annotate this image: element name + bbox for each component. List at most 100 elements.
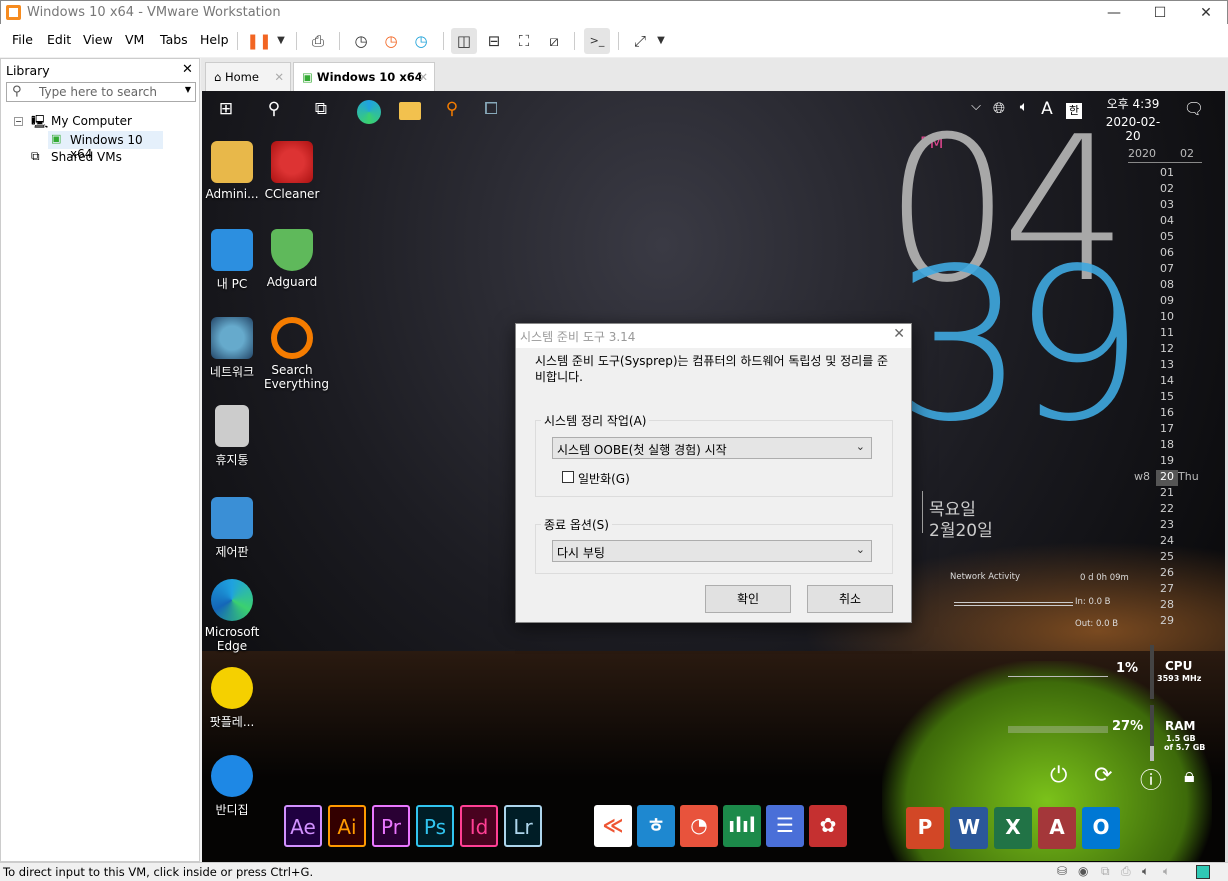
logoff-icon[interactable]: ⓘ [1140,763,1162,795]
unity-icon[interactable]: ⧄ [541,28,567,54]
close-button[interactable]: ✕ [1183,1,1228,25]
tab-home[interactable]: ⌂ Home ✕ [205,62,291,91]
collapse-icon[interactable]: − [14,117,23,126]
task-view-icon[interactable]: ⧉ [307,99,335,123]
adobe-lr-icon[interactable]: Lr [504,805,542,847]
desktop-icon-bandizip[interactable]: 반디집 [204,755,260,818]
potplayer-icon [211,667,253,709]
full-screen-icon[interactable]: ⛶ [511,28,537,54]
tab-windows-10[interactable]: ▣ Windows 10 x64 ✕ [293,62,435,91]
vm-console[interactable]: ⊞ ⚲ ⧉ ⚲ ⧠ ⌵ 🌐︎ 🔈︎ A 한 오후 4:39 2020-02-20… [202,91,1225,862]
send-ctrl-alt-del-icon[interactable]: ⎙ [305,28,331,54]
desktop-icon-edge[interactable]: Microsoft Edge [204,579,260,653]
hangul-icon[interactable]: ㅎ [637,805,675,847]
network-app-icon[interactable]: ⧠ [477,99,505,123]
everything-icon[interactable]: ⚲ [438,99,466,123]
adguard-icon [271,229,313,271]
start-icon[interactable]: ⊞ [212,99,240,123]
console-view-icon[interactable]: >_ [584,28,610,54]
tree-vm-item[interactable]: ▣ Windows 10 x64 [48,131,163,161]
shutdown-options-select[interactable]: 다시 부팅 ⌄ [552,540,872,562]
hancom-launcher-icon[interactable]: ≪ [594,805,632,847]
network-adapter-icon[interactable]: ⧉ [1101,864,1110,879]
menu-vm[interactable]: VM [125,32,144,47]
hard-disk-icon[interactable]: ⛁ [1057,864,1067,878]
shutdown-icon[interactable]: ⏻ [1050,763,1067,788]
generalize-checkbox[interactable] [562,471,574,483]
maximize-button[interactable]: ☐ [1137,1,1183,25]
audio-icon[interactable]: 🔈︎ [1163,864,1170,879]
library-close-button[interactable]: ✕ [182,62,193,77]
search-icon[interactable]: ⚲ [260,99,288,123]
adobe-ps-icon[interactable]: Ps [416,805,454,847]
desktop-icon-adguard[interactable]: Adguard [264,229,320,289]
home-icon: ⌂ [214,70,222,84]
restart-icon[interactable]: ⟳ [1094,763,1112,788]
notifications-icon[interactable]: 🗨︎ [1180,99,1208,123]
desktop-icon-this-pc[interactable]: 내 PC [204,229,260,292]
lock-icon[interactable]: 🔒︎ [1184,763,1195,787]
message-log-icon[interactable] [1196,865,1210,879]
desktop-icon-potplayer[interactable]: 팟플레... [204,667,260,730]
snapshot-manager-icon[interactable]: ◷ [408,28,434,54]
snapshot-revert-icon[interactable]: ◷ [378,28,404,54]
hanshow-icon[interactable]: ◔ [680,805,718,847]
library-search-input[interactable]: ⚲ Type here to search ▼ [6,82,196,102]
ram-label: RAM [1165,719,1196,733]
file-explorer-icon[interactable] [399,102,421,120]
menu-file[interactable]: File [12,32,33,47]
office-a-icon[interactable]: A [1038,807,1076,849]
cleanup-action-select[interactable]: 시스템 OOBE(첫 실행 경험) 시작 ⌄ [552,437,872,459]
cancel-button[interactable]: 취소 [807,585,893,613]
desktop-icon-ccleaner[interactable]: CCleaner [264,141,320,201]
hanpdf-icon[interactable]: ✿ [809,805,847,847]
adobe-ae-icon[interactable]: Ae [284,805,322,847]
calendar-day: 22 [1160,502,1174,515]
snapshot-take-icon[interactable]: ◷ [348,28,374,54]
search-dropdown-icon[interactable]: ▼ [185,85,191,94]
printer-icon[interactable]: ⎙ [1121,864,1131,879]
edge-icon[interactable] [357,100,381,124]
office-w-icon[interactable]: W [950,807,988,849]
hancom-dock: ≪ ㅎ ◔ ılıl ☰ ✿ [594,805,847,847]
tab-vm-label: Windows 10 x64 [316,70,423,84]
menu-help[interactable]: Help [200,32,229,47]
adobe-ai-icon[interactable]: Ai [328,805,366,847]
hancell-icon[interactable]: ılıl [723,805,761,847]
desktop-icon-recycle-bin[interactable]: 휴지통 [204,405,260,468]
menu-toolbar: File Edit View VM Tabs Help ❚❚ ▼ ⎙ ◷ ◷ ◷… [0,24,1228,57]
menu-tabs[interactable]: Tabs [160,32,188,47]
office-x-icon[interactable]: X [994,807,1032,849]
tab-home-close[interactable]: ✕ [274,70,284,84]
everything-search-icon [271,317,313,359]
show-thumbnail-icon[interactable]: ⊟ [481,28,507,54]
tree-my-computer[interactable]: My Computer [51,114,132,128]
ok-button[interactable]: 확인 [705,585,791,613]
library-title: Library [6,63,50,78]
tab-vm-close[interactable]: ✕ [418,70,428,84]
office-p-icon[interactable]: P [906,807,944,849]
desktop-icon-control-panel[interactable]: 제어판 [204,497,260,560]
minimize-button[interactable]: — [1091,1,1137,25]
menu-edit[interactable]: Edit [47,32,71,47]
stretch-dropdown-icon[interactable]: ▼ [648,28,674,54]
tree-shared-vms[interactable]: Shared VMs [51,150,122,164]
adobe-id-icon[interactable]: Id [460,805,498,847]
adobe-pr-icon[interactable]: Pr [372,805,410,847]
shutdown-value: 다시 부팅 [557,546,605,560]
clock-date: 2월20일 [929,521,993,541]
dialog-close-button[interactable]: ✕ [893,326,905,342]
vmware-logo-icon [6,5,21,20]
desktop-icon-search-everything[interactable]: Search Everything [264,317,329,391]
pause-dropdown-icon[interactable]: ▼ [268,28,294,54]
menu-view[interactable]: View [83,32,113,47]
sound-card-icon[interactable]: 🔈︎ [1142,864,1149,879]
calendar-day: 08 [1160,278,1174,291]
show-library-icon[interactable]: ◫ [451,28,477,54]
cd-dvd-icon[interactable]: ◉ [1078,864,1088,878]
hanword-icon[interactable]: ☰ [766,805,804,847]
generalize-label[interactable]: 일반화(G) [578,470,630,487]
office-o-icon[interactable]: O [1082,807,1120,849]
desktop-icon-administrator[interactable]: Admini... [204,141,260,201]
desktop-icon-network[interactable]: 네트워크 [204,317,260,380]
